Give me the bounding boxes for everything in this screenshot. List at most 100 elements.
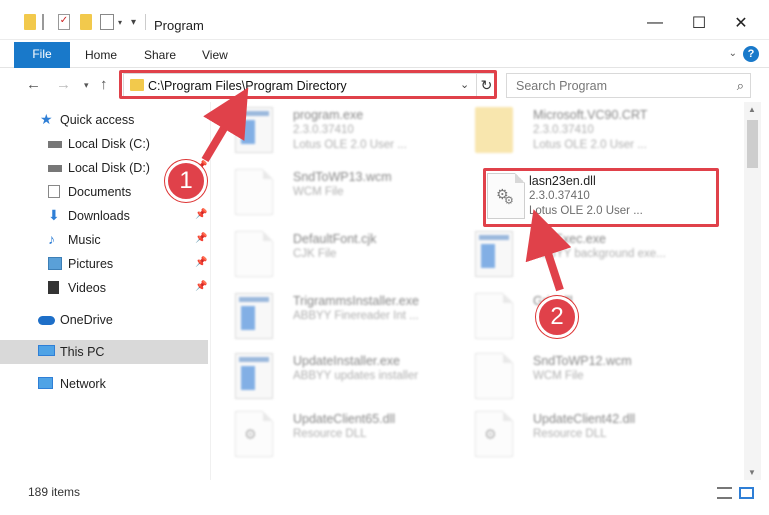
qa-dropdown-icon[interactable]: ▾: [131, 17, 139, 33]
recent-locations-icon[interactable]: ▾: [84, 80, 89, 91]
computer-icon: [38, 345, 55, 356]
file-name: UpdateClient42.dll: [533, 412, 636, 426]
sidebar-item-label: OneDrive: [60, 313, 113, 327]
cloud-icon: [38, 316, 55, 325]
file-description: Lotus OLE 2.0 User ...: [293, 139, 407, 151]
file-name: SndToWP12.wcm: [533, 354, 632, 368]
file-tile[interactable]: Microsoft.VC90.CRT 2.3.0.37410 Lotus OLE…: [451, 102, 691, 160]
pin-icon[interactable]: 📌: [195, 233, 207, 244]
file-type: 2.3.0.37410: [533, 124, 594, 136]
tab-share[interactable]: Share: [144, 44, 176, 68]
pin-icon[interactable]: 📌: [195, 281, 207, 292]
file-name: SndToWP13.wcm: [293, 170, 392, 184]
sidebar-item-quick-access[interactable]: ★ Quick access: [0, 108, 208, 132]
sidebar-item-label: Pictures: [68, 257, 114, 271]
file-type: CJK File: [293, 248, 337, 260]
file-tile[interactable]: ⚙ UpdateClient65.dll Resource DLL: [211, 406, 451, 464]
tab-file[interactable]: File: [14, 42, 70, 68]
navigation-pane: ★ Quick access Local Disk (C:) Local Dis…: [0, 102, 210, 480]
file-icon: [475, 293, 513, 339]
file-tile[interactable]: program.exe 2.3.0.37410 Lotus OLE 2.0 Us…: [211, 102, 451, 160]
gear-icon: ⚙: [484, 426, 497, 442]
file-tile[interactable]: SndToWP12.wcm WCM File: [451, 348, 691, 406]
sidebar-item-network[interactable]: Network: [0, 372, 208, 396]
file-type: Resource DLL: [533, 428, 607, 440]
drive-icon: [48, 165, 62, 172]
drive-icon: [48, 141, 62, 148]
file-tile[interactable]: TrigrammsInstaller.exe ABBYY Finereader …: [211, 288, 451, 346]
vertical-scrollbar[interactable]: ▲ ▼: [744, 102, 761, 480]
close-button[interactable]: ✕: [718, 8, 764, 38]
chevron-down-icon[interactable]: ▾: [118, 18, 126, 34]
network-icon: [38, 377, 53, 389]
file-icon: [475, 353, 513, 399]
ribbon-tabs: File Home Share View ⌄ ?: [0, 40, 769, 68]
videos-icon: [48, 281, 59, 294]
file-tile[interactable]: SndToWP13.wcm WCM File: [211, 164, 451, 222]
folder-icon: [24, 14, 36, 30]
sidebar-item-onedrive[interactable]: OneDrive: [0, 308, 208, 332]
sidebar-item-pictures[interactable]: Pictures 📌: [0, 252, 208, 276]
sidebar-item-label: Local Disk (C:): [68, 137, 150, 151]
file-highlight-box: [483, 168, 719, 227]
help-icon[interactable]: ?: [743, 46, 759, 62]
file-tile[interactable]: UpdateInstaller.exe ABBYY updates instal…: [211, 348, 451, 406]
file-name: BkgExec.exe: [533, 232, 606, 246]
file-name: UpdateClient65.dll: [293, 412, 396, 426]
star-icon: ★: [40, 111, 53, 127]
file-tile[interactable]: BkgExec.exe ABBYY background exe...: [451, 226, 691, 284]
scrollbar-thumb[interactable]: [747, 120, 758, 168]
pin-icon[interactable]: 📌: [195, 257, 207, 268]
sidebar-item-this-pc[interactable]: This PC: [0, 340, 208, 364]
up-button[interactable]: ↑: [100, 76, 108, 93]
file-name: UpdateInstaller.exe: [293, 354, 401, 368]
item-count: 189 items: [28, 485, 81, 499]
expand-ribbon-icon[interactable]: ⌄: [729, 48, 737, 59]
folder-icon: [475, 107, 513, 153]
application-icon: [235, 107, 273, 153]
back-button[interactable]: ←: [26, 76, 41, 93]
file-type: 2.3.0.37410: [293, 124, 354, 136]
pin-icon[interactable]: 📌: [195, 209, 207, 220]
sidebar-item-label: Documents: [68, 185, 132, 199]
title-bar: ✓ ▾ ▾ Program — ☐ ✕: [0, 0, 769, 40]
file-tile[interactable]: ⚙ UpdateClient42.dll Resource DLL: [451, 406, 691, 464]
sidebar-item-label: Network: [60, 377, 106, 391]
step-badge-1: 1: [165, 160, 207, 202]
search-input[interactable]: Search Program ⌕: [506, 73, 751, 98]
separator: [42, 14, 44, 30]
sidebar-item-label: Local Disk (D:): [68, 161, 150, 175]
tab-home[interactable]: Home: [85, 44, 117, 68]
address-highlight-box: [119, 70, 497, 99]
tab-view[interactable]: View: [202, 44, 228, 68]
sidebar-item-music[interactable]: ♪ Music 📌: [0, 228, 208, 252]
sidebar-item-label: Downloads: [68, 209, 130, 223]
file-tile[interactable]: DefaultFont.cjk CJK File: [211, 226, 451, 284]
status-bar: 189 items: [0, 480, 769, 515]
sidebar-item-downloads[interactable]: ⬇ Downloads 📌: [0, 204, 208, 228]
file-type: WCM File: [533, 370, 584, 382]
sidebar-item-local-disk-c[interactable]: Local Disk (C:): [0, 132, 208, 156]
application-icon: [235, 353, 273, 399]
tiles-view-icon[interactable]: [739, 487, 754, 499]
properties-icon[interactable]: ✓: [58, 14, 70, 30]
file-type: Resource DLL: [293, 428, 367, 440]
download-icon: ⬇: [48, 207, 60, 223]
scroll-down-icon[interactable]: ▼: [748, 468, 756, 477]
pictures-icon: [48, 257, 62, 270]
search-icon[interactable]: ⌕: [737, 78, 744, 94]
minimize-button[interactable]: —: [632, 8, 678, 38]
maximize-button[interactable]: ☐: [676, 8, 722, 38]
application-icon: [475, 231, 513, 277]
file-description: Lotus OLE 2.0 User ...: [533, 139, 647, 151]
documents-icon: [48, 185, 60, 198]
forward-button[interactable]: →: [56, 76, 71, 93]
new-folder-icon[interactable]: [80, 14, 92, 30]
step-badge-2: 2: [536, 296, 578, 338]
scroll-up-icon[interactable]: ▲: [748, 105, 756, 114]
sidebar-item-videos[interactable]: Videos 📌: [0, 276, 208, 300]
details-view-icon[interactable]: [717, 487, 732, 499]
sidebar-item-label: This PC: [60, 345, 105, 359]
dll-file-icon: ⚙: [235, 411, 273, 457]
customize-icon[interactable]: [100, 14, 114, 30]
